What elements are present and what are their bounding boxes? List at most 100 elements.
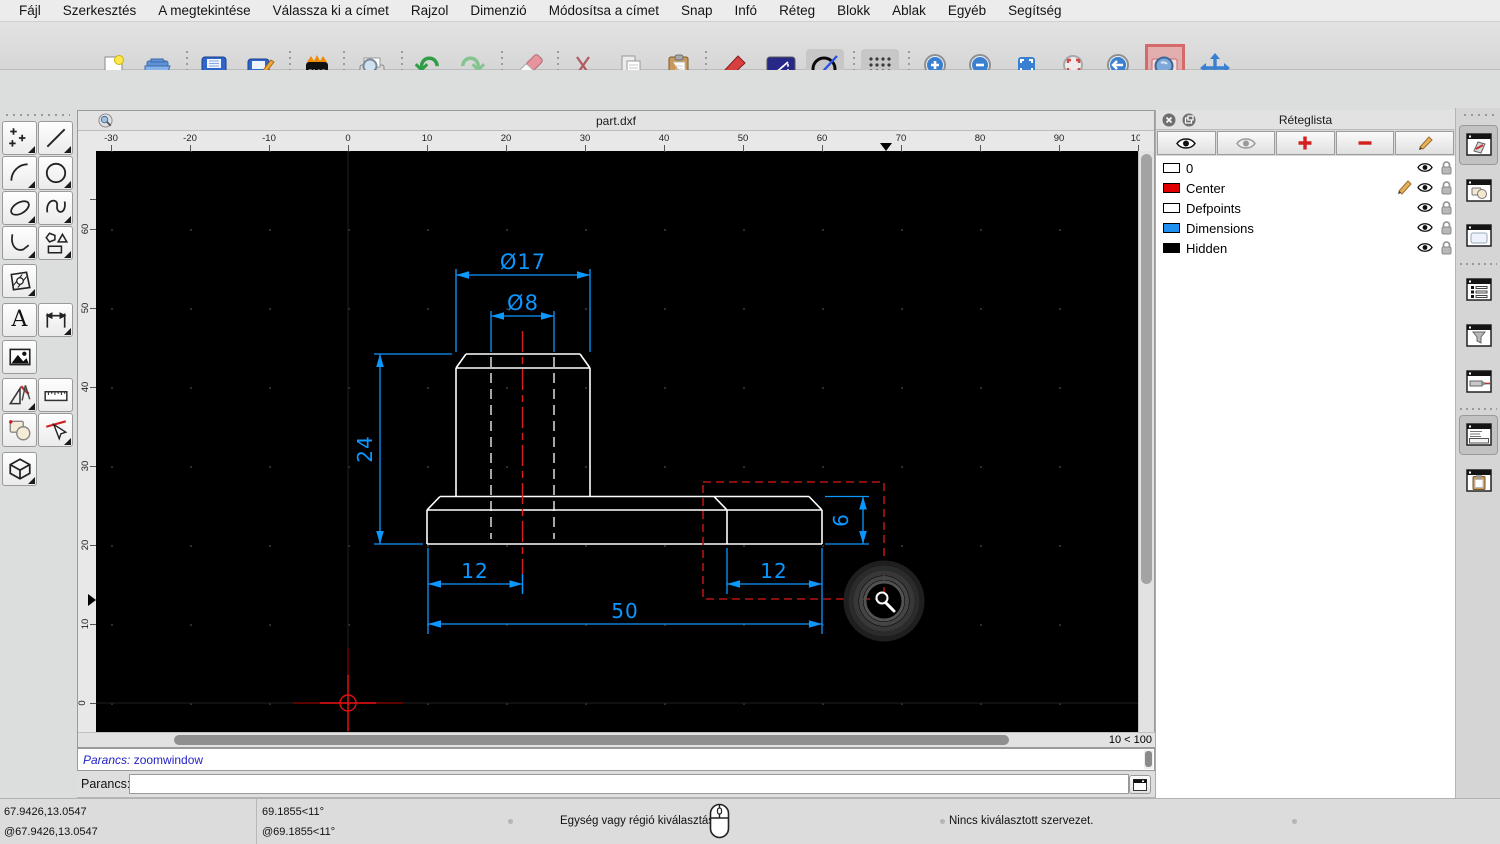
command-history-label: Parancs: [83, 753, 131, 767]
layer-lock-icon[interactable] [1440, 221, 1453, 235]
remove-layer-button[interactable] [1335, 131, 1395, 155]
menu-snap[interactable]: Snap [670, 3, 724, 18]
measure-tool[interactable] [38, 378, 73, 412]
palette-handle[interactable] [6, 114, 70, 116]
flyout-indicator [64, 146, 71, 153]
scrollbar-thumb[interactable] [174, 735, 1009, 745]
layer-visible-icon[interactable] [1417, 242, 1433, 253]
dock-separator [1460, 263, 1497, 265]
dock-library-browser-button[interactable] [1459, 216, 1498, 256]
point-tool[interactable] [2, 121, 37, 155]
layer-visible-icon[interactable] [1417, 222, 1433, 233]
ellipse-tool[interactable] [2, 191, 37, 225]
layer-name: 0 [1186, 161, 1194, 176]
menu-select[interactable]: Válassza ki a címet [262, 3, 400, 18]
layer-visible-icon[interactable] [1417, 162, 1433, 173]
layer-row-0[interactable]: 0 [1156, 158, 1455, 178]
library-window-icon [1465, 223, 1492, 249]
layer-color-swatch[interactable] [1163, 203, 1180, 213]
status-hint: Egység vagy régió kiválasztása [560, 815, 721, 827]
menu-modify[interactable]: Módosítsa a címet [538, 3, 670, 18]
flyout-indicator [28, 146, 35, 153]
dock-pen-toolbar-button[interactable] [1459, 362, 1498, 402]
menu-help[interactable]: Segítség [997, 3, 1072, 18]
menu-layer[interactable]: Réteg [768, 3, 826, 18]
horizontal-scrollbar[interactable]: 10 < 100 [78, 732, 1156, 747]
layer-visible-icon[interactable] [1417, 182, 1433, 193]
image-tool[interactable] [2, 340, 37, 374]
dock-layer-list-button[interactable] [1459, 125, 1498, 165]
layer-list-window-icon [1465, 132, 1492, 158]
edit-layer-button[interactable] [1395, 131, 1454, 155]
layer-visible-icon[interactable] [1417, 202, 1433, 213]
dock-toolbar [1455, 108, 1500, 798]
grid-status: 10 < 100 [1108, 734, 1152, 746]
ruler-label: -10 [262, 133, 276, 144]
action-toolbar [0, 70, 1500, 176]
command-options-button[interactable] [1129, 775, 1151, 794]
layer-color-swatch[interactable] [1163, 243, 1180, 253]
hide-all-layers-button[interactable] [1216, 131, 1276, 155]
dim-12-left: 12 [461, 559, 488, 583]
menu-window[interactable]: Ablak [881, 3, 937, 18]
command-input[interactable] [129, 774, 1129, 794]
absolute-polar: 69.1855<11° [262, 806, 325, 818]
layer-color-swatch[interactable] [1163, 223, 1180, 233]
text-tool[interactable]: A [2, 303, 37, 337]
scrollbar-thumb[interactable] [1141, 154, 1152, 584]
menu-draw[interactable]: Rajzol [400, 3, 460, 18]
status-dot [1292, 819, 1297, 824]
dock-clipboard-button[interactable] [1459, 461, 1498, 501]
drawing-canvas[interactable]: Ø17 Ø8 24 12 50 12 6 [96, 151, 1140, 734]
solid-3d-tool[interactable] [2, 452, 37, 486]
dock-entity-list-button[interactable] [1459, 270, 1498, 310]
relative-coordinates: @67.9426,13.0547 [4, 826, 98, 838]
layer-color-swatch[interactable] [1163, 183, 1180, 193]
layer-row-hidden[interactable]: Hidden [1156, 238, 1455, 258]
layer-lock-icon[interactable] [1440, 181, 1453, 195]
flyout-indicator [64, 216, 71, 223]
dock-block-list-button[interactable] [1459, 171, 1498, 211]
layer-name: Hidden [1186, 241, 1228, 256]
circle-tool[interactable] [38, 156, 73, 190]
history-scrollbar[interactable] [1144, 750, 1153, 769]
mouse-icon [709, 803, 730, 839]
block-tool[interactable] [2, 413, 37, 447]
layer-lock-icon[interactable] [1440, 241, 1453, 255]
arc-tool[interactable] [2, 156, 37, 190]
menu-block[interactable]: Blokk [826, 3, 881, 18]
menubar: Fájl Szerkesztés A megtekintése Válassza… [0, 0, 1500, 22]
command-prompt-label: Parancs: [81, 777, 131, 791]
dock-command-widget-button[interactable] [1459, 415, 1498, 455]
menu-file[interactable]: Fájl [8, 3, 52, 18]
menu-misc[interactable]: Egyéb [937, 3, 997, 18]
scrollbar-thumb[interactable] [1145, 751, 1152, 767]
construction-tool[interactable] [2, 378, 37, 412]
menu-view[interactable]: A megtekintése [147, 3, 261, 18]
layer-row-defpoints[interactable]: Defpoints [1156, 198, 1455, 218]
add-layer-button[interactable] [1276, 131, 1335, 155]
dock-filter-button[interactable] [1459, 316, 1498, 356]
line-tool[interactable] [38, 121, 73, 155]
polyline-tool[interactable] [2, 226, 37, 260]
layer-color-swatch[interactable] [1163, 163, 1180, 173]
layer-row-center[interactable]: Center [1156, 178, 1455, 198]
layer-lock-icon[interactable] [1440, 201, 1453, 215]
menu-info[interactable]: Infó [724, 3, 769, 18]
layer-row-dimensions[interactable]: Dimensions [1156, 218, 1455, 238]
layer-lock-icon[interactable] [1440, 161, 1453, 175]
tool-palette: A [0, 110, 77, 798]
dimension-tool[interactable] [38, 303, 73, 337]
flyout-indicator [64, 181, 71, 188]
show-all-layers-button[interactable] [1157, 131, 1216, 155]
ruler-label: 40 [658, 133, 670, 144]
vertical-scrollbar[interactable] [1138, 151, 1154, 734]
dock-handle[interactable] [1464, 114, 1494, 116]
layer-panel: Réteglista 0 Center Defpoints Dimensions… [1155, 110, 1455, 798]
select-tool[interactable] [38, 413, 73, 447]
polygon-tool[interactable] [38, 226, 73, 260]
spline-tool[interactable] [38, 191, 73, 225]
menu-edit[interactable]: Szerkesztés [52, 3, 148, 18]
hatch-tool[interactable] [2, 264, 37, 298]
menu-dimension[interactable]: Dimenzió [459, 3, 537, 18]
